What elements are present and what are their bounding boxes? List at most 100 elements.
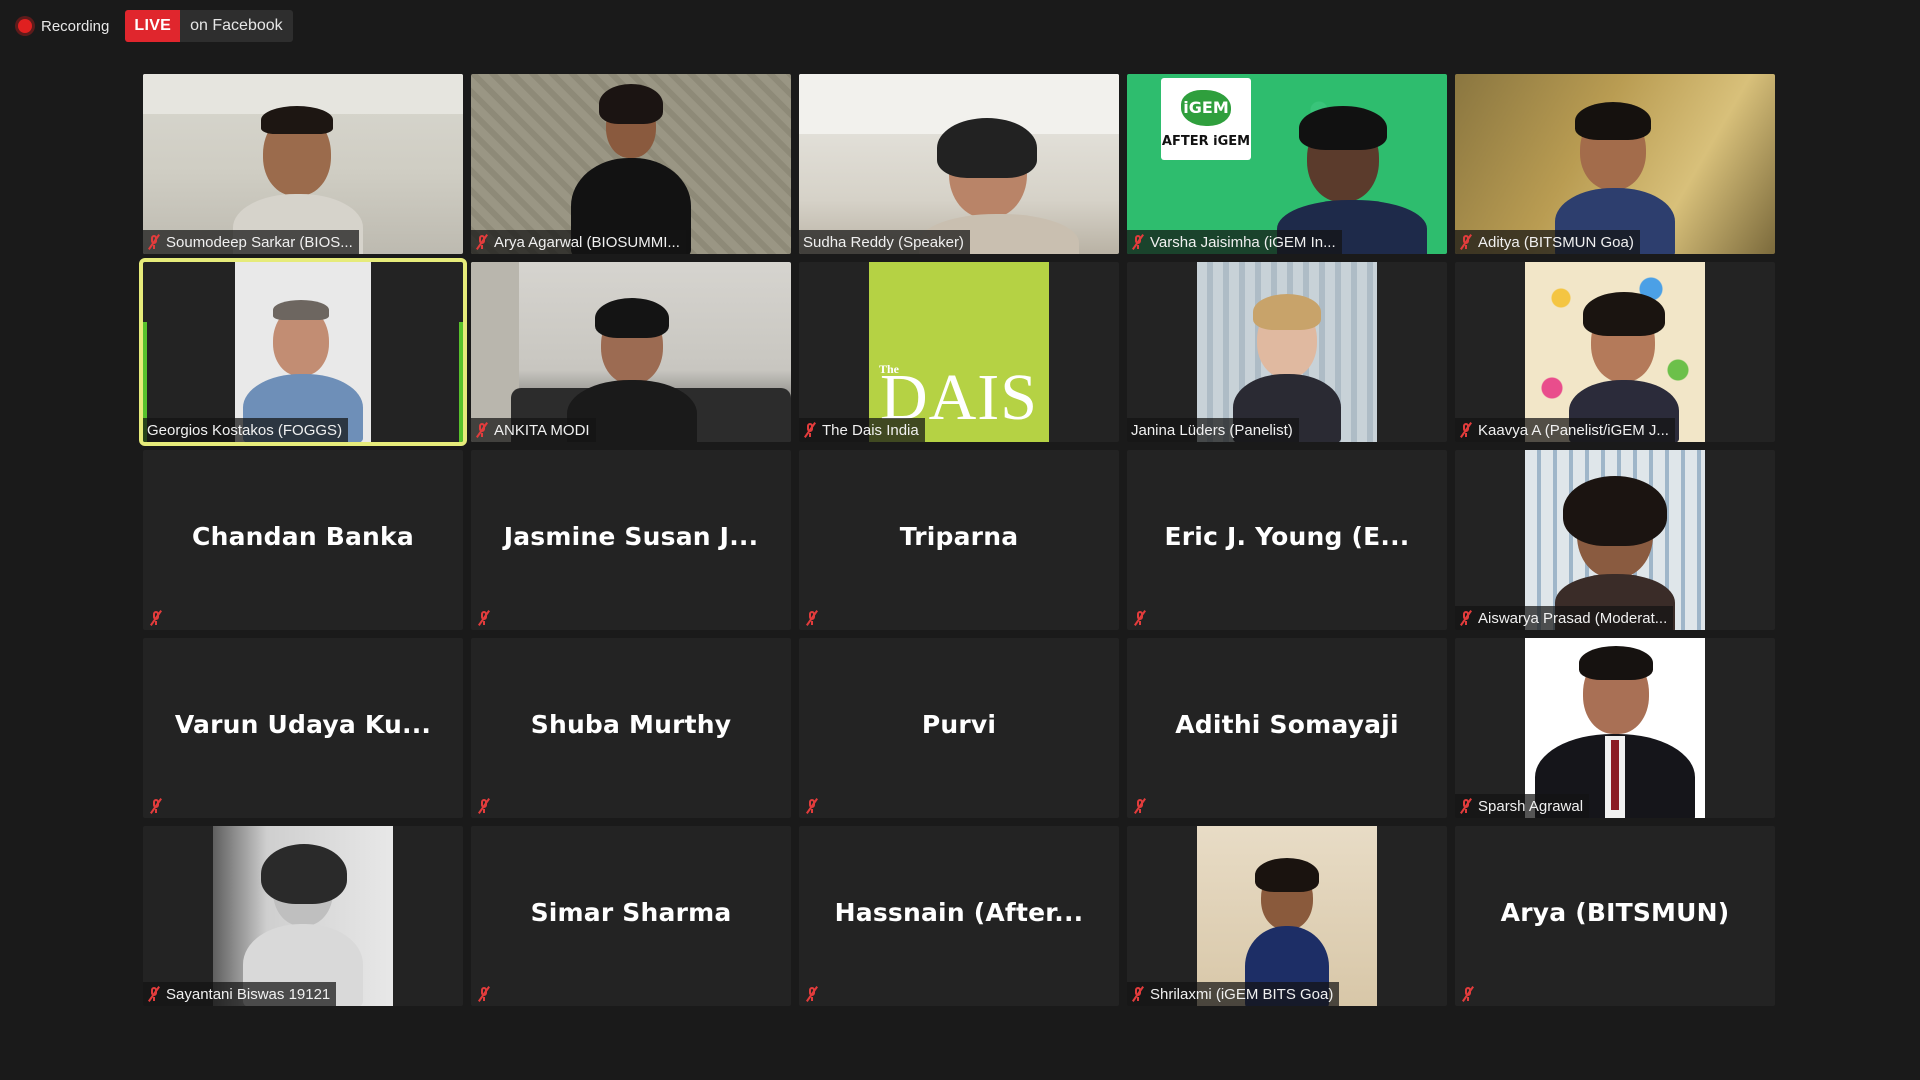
live-destination: on Facebook — [180, 10, 293, 42]
participant-video — [143, 74, 463, 254]
muted-mic-icon — [1131, 986, 1145, 1002]
participant-name-label: Shrilaxmi (iGEM BITS Goa) — [1127, 982, 1340, 1006]
participant-name: Aditya (BITSMUN Goa) — [1478, 233, 1634, 251]
participant-tile[interactable]: Sudha Reddy (Speaker) — [799, 74, 1119, 254]
participant-tile[interactable]: Kaavya A (Panelist/iGEM J... — [1455, 262, 1775, 442]
muted-mic-icon — [477, 610, 491, 626]
participant-name: Aiswarya Prasad (Moderat... — [1478, 609, 1668, 627]
participant-tile[interactable]: Eric J. Young (E... — [1127, 450, 1447, 630]
participant-tile[interactable]: Simar Sharma — [471, 826, 791, 1006]
participant-video — [471, 74, 791, 254]
participant-name: Varsha Jaisimha (iGEM In... — [1150, 233, 1336, 251]
participant-name: Sayantani Biswas 19121 — [166, 985, 331, 1003]
participant-name: Shuba Murthy — [530, 710, 732, 739]
participant-name-label: Georgios Kostakos (FOGGS) — [143, 418, 349, 442]
participant-name: Chandan Banka — [192, 522, 414, 551]
muted-mic-icon — [1133, 798, 1147, 814]
muted-mic-icon — [803, 422, 817, 438]
meeting-status-bar: Recording LIVE on Facebook — [0, 0, 1920, 52]
participant-tile[interactable]: Shrilaxmi (iGEM BITS Goa) — [1127, 826, 1447, 1006]
muted-mic-icon — [805, 610, 819, 626]
participant-name: Eric J. Young (E... — [1164, 522, 1410, 551]
participant-tile[interactable]: The DAIS The Dais India — [799, 262, 1119, 442]
participant-video — [1455, 74, 1775, 254]
participant-name-label: Aditya (BITSMUN Goa) — [1455, 230, 1640, 254]
participant-tile[interactable]: Purvi — [799, 638, 1119, 818]
participant-video — [1525, 638, 1705, 818]
muted-mic-icon — [1459, 422, 1473, 438]
participant-name: Adithi Somayaji — [1175, 710, 1399, 739]
muted-mic-icon — [477, 798, 491, 814]
igem-logo-card: iGEM AFTER iGEM — [1161, 78, 1251, 160]
participant-name: Soumodeep Sarkar (BIOS... — [166, 233, 353, 251]
participant-tile[interactable]: Hassnain (After... — [799, 826, 1119, 1006]
participant-name-label: Varsha Jaisimha (iGEM In... — [1127, 230, 1342, 254]
participant-name: Janina Lüders (Panelist) — [1131, 421, 1293, 439]
participant-tile[interactable]: Varun Udaya Ku... — [143, 638, 463, 818]
participant-tile[interactable]: Aiswarya Prasad (Moderat... — [1455, 450, 1775, 630]
participant-name-label: ANKITA MODI — [471, 418, 596, 442]
participant-tile[interactable]: Arya Agarwal (BIOSUMMI... — [471, 74, 791, 254]
muted-mic-icon — [805, 798, 819, 814]
participant-name: Sparsh Agrawal — [1478, 797, 1584, 815]
participant-name-label: Sudha Reddy (Speaker) — [799, 230, 970, 254]
record-icon — [18, 19, 32, 33]
participant-name: Purvi — [921, 710, 997, 739]
participant-name-label: Janina Lüders (Panelist) — [1127, 418, 1299, 442]
participant-tile[interactable]: Soumodeep Sarkar (BIOS... — [143, 74, 463, 254]
participant-name-label: Sayantani Biswas 19121 — [143, 982, 337, 1006]
muted-mic-icon — [1133, 610, 1147, 626]
participant-name: Simar Sharma — [530, 898, 732, 927]
participant-name: Triparna — [899, 522, 1019, 551]
muted-mic-icon — [149, 798, 163, 814]
participant-video — [1197, 826, 1377, 1006]
muted-mic-icon — [147, 234, 161, 250]
live-badge: LIVE — [125, 10, 181, 42]
participant-video — [799, 74, 1119, 254]
participant-name-label: Kaavya A (Panelist/iGEM J... — [1455, 418, 1675, 442]
participant-video — [1197, 262, 1377, 442]
participant-name: Varun Udaya Ku... — [174, 710, 432, 739]
participant-video — [1525, 450, 1705, 630]
participant-tile[interactable]: Jasmine Susan J... — [471, 450, 791, 630]
participant-tile[interactable]: Shuba Murthy — [471, 638, 791, 818]
muted-mic-icon — [1459, 234, 1473, 250]
participant-name: Shrilaxmi (iGEM BITS Goa) — [1150, 985, 1334, 1003]
participant-tile[interactable]: ANKITA MODI — [471, 262, 791, 442]
muted-mic-icon — [1131, 234, 1145, 250]
participant-name-label: Soumodeep Sarkar (BIOS... — [143, 230, 359, 254]
participant-video: The DAIS — [869, 262, 1049, 442]
muted-mic-icon — [147, 986, 161, 1002]
participant-tile[interactable]: Triparna — [799, 450, 1119, 630]
muted-mic-icon — [475, 234, 489, 250]
muted-mic-icon — [477, 986, 491, 1002]
participant-name-label: Arya Agarwal (BIOSUMMI... — [471, 230, 686, 254]
participant-name: Georgios Kostakos (FOGGS) — [147, 421, 343, 439]
participant-tile[interactable]: Sayantani Biswas 19121 — [143, 826, 463, 1006]
muted-mic-icon — [1459, 798, 1473, 814]
participant-name: Jasmine Susan J... — [503, 522, 759, 551]
participant-tile-active-speaker[interactable]: Georgios Kostakos (FOGGS) — [139, 258, 467, 446]
muted-mic-icon — [805, 986, 819, 1002]
participant-tile[interactable]: Chandan Banka — [143, 450, 463, 630]
participant-name: Kaavya A (Panelist/iGEM J... — [1478, 421, 1669, 439]
participant-tile[interactable]: Janina Lüders (Panelist) — [1127, 262, 1447, 442]
participant-tile[interactable]: Adithi Somayaji — [1127, 638, 1447, 818]
participant-name: Arya (BITSMUN) — [1500, 898, 1730, 927]
participant-tile[interactable]: Aditya (BITSMUN Goa) — [1455, 74, 1775, 254]
muted-mic-icon — [149, 610, 163, 626]
participant-tile[interactable]: Sparsh Agrawal — [1455, 638, 1775, 818]
participant-video — [235, 262, 371, 442]
participant-video — [1525, 262, 1705, 442]
muted-mic-icon — [1461, 986, 1475, 1002]
live-stream-indicator[interactable]: LIVE on Facebook — [125, 10, 293, 42]
participant-name: Sudha Reddy (Speaker) — [803, 233, 964, 251]
igem-after-text: AFTER iGEM — [1161, 134, 1251, 149]
participant-video: iGEM AFTER iGEM — [1127, 74, 1447, 254]
participant-tile[interactable]: Arya (BITSMUN) — [1455, 826, 1775, 1006]
recording-indicator[interactable]: Recording — [14, 10, 123, 42]
participant-name: ANKITA MODI — [494, 421, 590, 439]
participant-name-label: Sparsh Agrawal — [1455, 794, 1590, 818]
participant-tile[interactable]: iGEM AFTER iGEM Varsha Jaisimha (iGEM In… — [1127, 74, 1447, 254]
muted-mic-icon — [1459, 610, 1473, 626]
